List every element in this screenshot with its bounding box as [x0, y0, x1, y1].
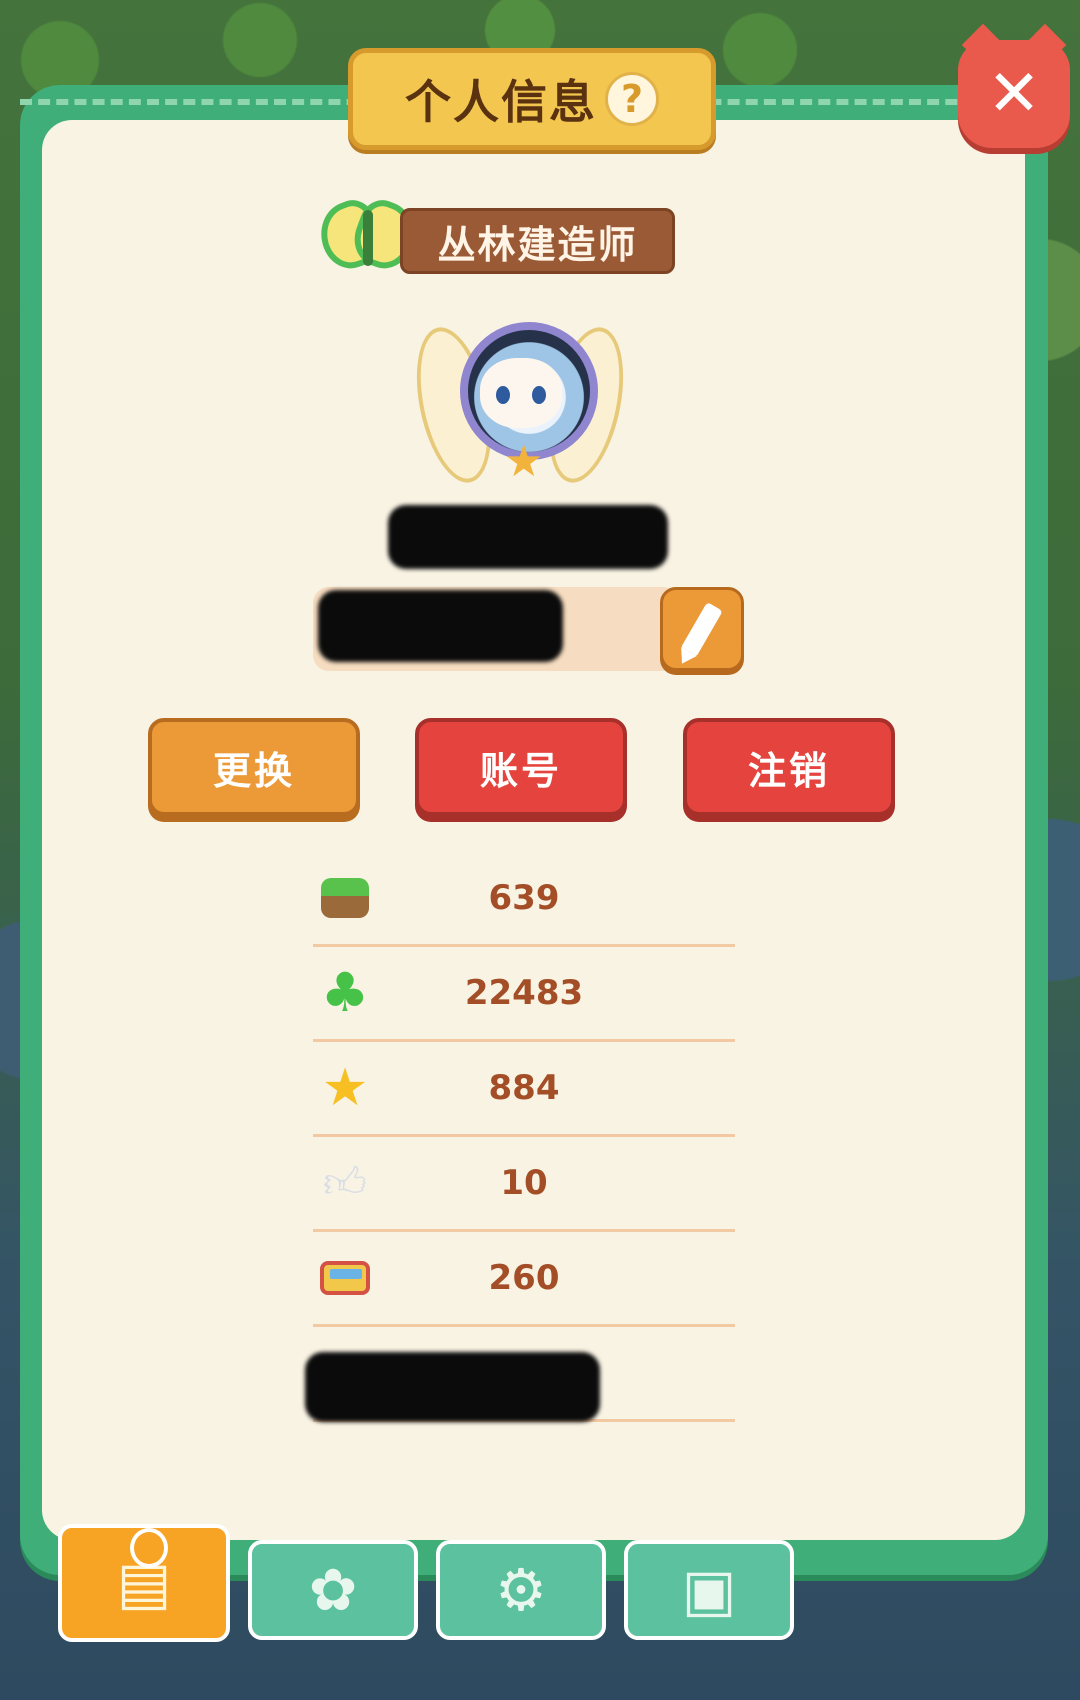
avatar-face [480, 358, 562, 428]
title-badge-label: 丛林建造师 [437, 222, 638, 267]
badge-icon: ✿ [308, 1556, 358, 1624]
tab-hook [130, 1528, 168, 1568]
stat-value-star: 884 [488, 1068, 560, 1108]
stat-value-land: 639 [488, 878, 560, 918]
tab-profile[interactable]: ▤ [58, 1524, 230, 1642]
stats-list: 639 ♣ 22483 ★ 884 👍︎ 10 260 [313, 852, 735, 1422]
close-button[interactable]: ✕ [958, 40, 1070, 148]
player-title-badge[interactable]: 丛林建造师 [311, 190, 675, 282]
page-title: 个人信息 [405, 75, 597, 129]
settings-gear-icon: ⚙ [495, 1556, 547, 1624]
stat-value-likes: 10 [500, 1163, 548, 1203]
stat-row-likes: 👍︎ 10 [313, 1137, 735, 1232]
bottom-tab-bar: ▤ ✿ ⚙ ▣ [58, 1490, 798, 1642]
change-button[interactable]: 更换 [148, 718, 360, 816]
stat-row-bus: 260 [313, 1232, 735, 1327]
stat-row-star: ★ 884 [313, 1042, 735, 1137]
title-board: 丛林建造师 [400, 208, 675, 274]
tab-badges[interactable]: ✿ [248, 1540, 418, 1640]
account-button[interactable]: 账号 [415, 718, 627, 816]
avatar-frame[interactable]: ★ [404, 318, 636, 496]
album-icon: ▣ [681, 1556, 737, 1624]
panel-title-plate: 个人信息 ? [348, 48, 716, 150]
stat-row-land: 639 [313, 852, 735, 947]
logout-button[interactable]: 注销 [683, 718, 895, 816]
redacted-nickname [318, 590, 563, 662]
redacted-stat [305, 1352, 600, 1422]
stat-value-bus: 260 [488, 1258, 560, 1298]
stat-value-clover: 22483 [464, 973, 584, 1013]
tab-album[interactable]: ▣ [624, 1540, 794, 1640]
close-icon: ✕ [987, 57, 1041, 131]
redacted-player-id [388, 505, 668, 569]
stat-row-clover: ♣ 22483 [313, 947, 735, 1042]
tab-settings[interactable]: ⚙ [436, 1540, 606, 1640]
avatar-star-icon: ★ [504, 436, 544, 487]
pencil-icon [681, 601, 723, 657]
help-icon[interactable]: ? [605, 72, 659, 126]
edit-nickname-button[interactable] [660, 587, 744, 671]
